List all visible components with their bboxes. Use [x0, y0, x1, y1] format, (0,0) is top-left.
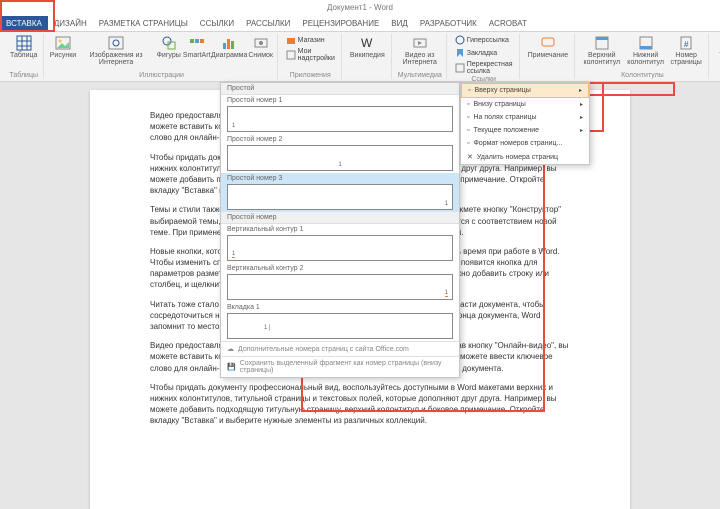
- tab-vid[interactable]: ВИД: [385, 16, 414, 31]
- margins-icon: ▫: [467, 114, 469, 121]
- footer-icon: [638, 35, 654, 51]
- pictures-button[interactable]: Рисунки: [50, 34, 75, 60]
- tab-razrab[interactable]: РАЗРАБОТЧИК: [414, 16, 483, 31]
- addins-icon: [286, 50, 296, 60]
- wikipedia-icon: W: [359, 35, 375, 51]
- window-title: Документ1 - Word: [0, 0, 720, 16]
- chart-icon: [221, 35, 237, 51]
- online-pictures-button[interactable]: Изображения из Интернета: [79, 34, 154, 67]
- chevron-right-icon: ▸: [580, 101, 583, 108]
- smartart-icon: [189, 35, 205, 51]
- submenu-bottom-of-page[interactable]: ▫Внизу страницы▸: [461, 98, 589, 111]
- video-icon: [412, 35, 428, 51]
- preview-thumbnail: 1: [227, 274, 453, 300]
- header-icon: [594, 35, 610, 51]
- gallery-section-header: Простой: [221, 83, 459, 95]
- online-video-button[interactable]: Видео из Интернета: [398, 34, 442, 67]
- bottom-page-icon: ▫: [467, 101, 469, 108]
- top-page-icon: ▫: [468, 87, 470, 94]
- page-number-button[interactable]: #Номер страницы: [669, 34, 704, 67]
- addins-button[interactable]: Мои надстройки: [284, 47, 337, 63]
- preview-thumbnail: 1: [227, 106, 453, 132]
- page-number-icon: #: [678, 35, 694, 51]
- footer-button[interactable]: Нижний колонтитул: [626, 34, 666, 67]
- highlight-tab: [0, 0, 55, 32]
- preview-thumbnail: 1 |: [227, 313, 453, 339]
- gallery-item-vertical-1[interactable]: Вертикальный контур 1 1: [221, 224, 459, 263]
- preview-thumbnail: 1: [227, 184, 453, 210]
- ribbon-tabs: ВСТАВКА ДИЗАЙН РАЗМЕТКА СТРАНИЦЫ ССЫЛКИ …: [0, 16, 720, 32]
- gallery-save-selection[interactable]: 💾Сохранить выделенный фрагмент как номер…: [221, 356, 459, 377]
- smartart-button[interactable]: SmartArt: [184, 34, 210, 60]
- tab-ssylki[interactable]: ССЫЛКИ: [194, 16, 240, 31]
- chart-button[interactable]: Диаграмма: [213, 34, 246, 60]
- gallery-item-simple-3[interactable]: Простой номер 3 1: [221, 173, 459, 212]
- header-button[interactable]: Верхний колонтитул: [581, 34, 622, 67]
- tab-recenz[interactable]: РЕЦЕНЗИРОВАНИЕ: [296, 16, 385, 31]
- page-number-gallery: Простой Простой номер 1 1 Простой номер …: [220, 82, 460, 378]
- gallery-item-simple-2[interactable]: Простой номер 2 1: [221, 134, 459, 173]
- submenu-current-position[interactable]: ▫Текущее положение▸: [461, 124, 589, 137]
- chevron-right-icon: ▸: [580, 127, 583, 134]
- svg-text:W: W: [361, 36, 373, 50]
- submenu-top-of-page[interactable]: ▫Вверху страницы▸: [461, 83, 589, 98]
- store-icon: [286, 35, 296, 45]
- remove-icon: ✕: [467, 153, 473, 161]
- submenu-page-margins[interactable]: ▫На полях страницы▸: [461, 111, 589, 124]
- textbox-button[interactable]: AТекстовое поле: [715, 34, 720, 67]
- hyperlink-button[interactable]: Гиперссылка: [453, 34, 511, 46]
- crossref-button[interactable]: Перекрестная ссылка: [453, 60, 515, 76]
- crossref-icon: [455, 63, 465, 73]
- preview-thumbnail: 1: [227, 145, 453, 171]
- gallery-item-vertical-2[interactable]: Вертикальный контур 2 1: [221, 263, 459, 302]
- table-button[interactable]: Таблица: [8, 34, 39, 60]
- comment-button[interactable]: Примечание: [526, 34, 571, 60]
- office-icon: ☁: [227, 345, 234, 353]
- ribbon: Таблица Таблицы Рисунки Изображения из И…: [0, 32, 720, 82]
- document-area: Видео предоставляет наглядный способ под…: [0, 82, 720, 509]
- picture-icon: [55, 35, 71, 51]
- current-pos-icon: ▫: [467, 127, 469, 134]
- comment-icon: [540, 35, 556, 51]
- gallery-item-simple-1[interactable]: Простой номер 1 1: [221, 95, 459, 134]
- link-icon: [455, 35, 465, 45]
- chevron-right-icon: ▸: [579, 87, 582, 94]
- screenshot-button[interactable]: Снимок: [249, 34, 273, 60]
- preview-thumbnail: 1: [227, 235, 453, 261]
- bookmark-icon: [455, 48, 465, 58]
- wikipedia-button[interactable]: WВикипедия: [348, 34, 387, 60]
- screenshot-icon: [253, 35, 269, 51]
- page-number-submenu: ▫Вверху страницы▸ ▫Внизу страницы▸ ▫На п…: [460, 82, 590, 165]
- online-picture-icon: [108, 35, 124, 51]
- gallery-item-tab-1[interactable]: Вкладка 1 1 |: [221, 302, 459, 341]
- gallery-section-header: Простой номер: [221, 212, 459, 224]
- bookmark-button[interactable]: Закладка: [453, 47, 499, 59]
- gallery-more-office[interactable]: ☁Дополнительные номера страниц с сайта O…: [221, 341, 459, 356]
- table-icon: [16, 35, 32, 51]
- svg-text:#: #: [684, 40, 689, 49]
- store-button[interactable]: Магазин: [284, 34, 327, 46]
- chevron-right-icon: ▸: [580, 114, 583, 121]
- format-icon: ▫: [467, 140, 469, 147]
- submenu-remove-numbers[interactable]: ✕Удалить номера страниц: [461, 150, 589, 164]
- shapes-button[interactable]: Фигуры: [157, 34, 181, 60]
- tab-acrobat[interactable]: ACROBAT: [483, 16, 533, 31]
- submenu-format-numbers[interactable]: ▫Формат номеров страниц...: [461, 137, 589, 150]
- tab-razmetka[interactable]: РАЗМЕТКА СТРАНИЦЫ: [93, 16, 194, 31]
- save-icon: 💾: [227, 363, 236, 371]
- tab-rassylki[interactable]: РАССЫЛКИ: [240, 16, 296, 31]
- shapes-icon: [161, 35, 177, 51]
